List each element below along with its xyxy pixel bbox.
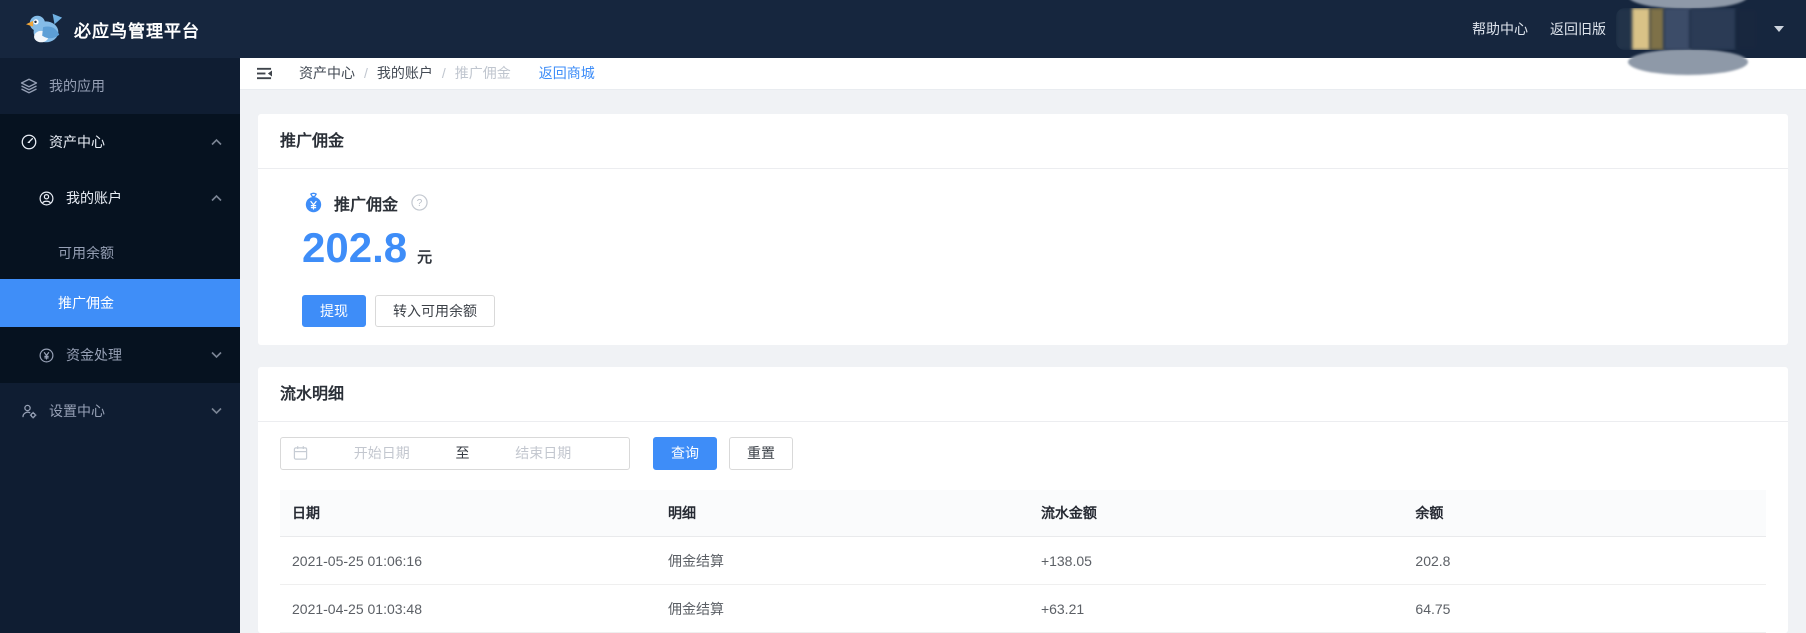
details-card-title: 流水明细 bbox=[258, 367, 1788, 422]
details-card: 流水明细 开始日期 至 结束日期 查询 重置 日期 明细 流水金额 余额 202… bbox=[258, 366, 1788, 633]
table-row: 2021-05-25 01:06:16 佣金结算 +138.05 202.8 bbox=[280, 536, 1766, 585]
brand: 必应鸟管理平台 bbox=[26, 12, 200, 46]
filter-row: 开始日期 至 结束日期 查询 重置 bbox=[280, 436, 1766, 470]
chevron-down-icon bbox=[211, 351, 222, 359]
calendar-icon bbox=[293, 446, 308, 460]
commission-card-title: 推广佣金 bbox=[258, 114, 1788, 169]
page-body: 推广佣金 推广佣金 ? 202.8 元 提现 转入可用余额 流水明细 开始日期 … bbox=[240, 90, 1806, 633]
withdraw-button[interactable]: 提现 bbox=[302, 294, 366, 327]
cell-detail: 佣金结算 bbox=[655, 536, 1029, 585]
content-area: 资产中心 / 我的账户 / 推广佣金 返回商城 推广佣金 推广佣金 ? 202.… bbox=[240, 58, 1806, 633]
cell-balance: 64.75 bbox=[1403, 584, 1766, 633]
user-circle-icon bbox=[39, 191, 54, 205]
transactions-table: 日期 明细 流水金额 余额 2021-05-25 01:06:16 佣金结算 +… bbox=[280, 489, 1766, 633]
breadcrumb-asset-center[interactable]: 资产中心 bbox=[299, 63, 355, 83]
sidebar-item-asset-center[interactable]: 资产中心 bbox=[0, 114, 240, 170]
cell-date: 2021-05-25 01:06:16 bbox=[280, 536, 656, 585]
topbar-right: 帮助中心 返回旧版 bbox=[1450, 0, 1784, 75]
breadcrumb-separator: / bbox=[364, 65, 368, 82]
layers-icon bbox=[20, 78, 38, 94]
col-header-balance: 余额 bbox=[1403, 489, 1766, 537]
transfer-to-balance-button[interactable]: 转入可用余额 bbox=[375, 294, 495, 327]
sidebar-item-label: 我的应用 bbox=[49, 78, 105, 94]
commission-amount-row: 202.8 元 bbox=[302, 223, 1744, 271]
menu-fold-icon[interactable] bbox=[256, 66, 273, 81]
sidebar-item-label: 资金处理 bbox=[66, 347, 122, 363]
commission-stat-label: 推广佣金 bbox=[334, 196, 399, 214]
breadcrumb-my-account[interactable]: 我的账户 bbox=[377, 63, 433, 83]
date-range-picker[interactable]: 开始日期 至 结束日期 bbox=[280, 436, 630, 470]
sidebar-item-my-apps[interactable]: 我的应用 bbox=[0, 58, 240, 114]
blur-arc bbox=[1628, 49, 1748, 75]
query-button[interactable]: 查询 bbox=[653, 436, 717, 470]
sidebar-item-available-balance[interactable]: 可用余额 bbox=[0, 226, 240, 279]
start-date-placeholder[interactable]: 开始日期 bbox=[308, 443, 456, 463]
commission-amount: 202.8 bbox=[302, 223, 408, 271]
sidebar-item-label: 资产中心 bbox=[49, 134, 105, 150]
user-avatar-name-mosaic[interactable] bbox=[1616, 8, 1758, 50]
sidebar-group-asset-center: 资产中心 我的账户 可用余额 推广佣金 资金处理 bbox=[0, 114, 240, 383]
sidebar-item-promotion-commission[interactable]: 推广佣金 bbox=[0, 279, 240, 327]
sidebar-item-fund-processing[interactable]: 资金处理 bbox=[0, 327, 240, 383]
table-row: 2021-04-25 01:03:48 佣金结算 +63.21 64.75 bbox=[280, 584, 1766, 633]
svg-text:?: ? bbox=[417, 198, 423, 209]
sidebar-item-my-account[interactable]: 我的账户 bbox=[0, 170, 240, 226]
cell-amount: +138.05 bbox=[1028, 536, 1404, 585]
commission-stat-row: 推广佣金 ? bbox=[302, 191, 1744, 215]
sidebar-item-label: 可用余额 bbox=[58, 244, 114, 261]
end-date-placeholder[interactable]: 结束日期 bbox=[470, 443, 618, 463]
app-title: 必应鸟管理平台 bbox=[74, 21, 200, 41]
help-center-link[interactable]: 帮助中心 bbox=[1472, 19, 1528, 39]
user-gear-icon bbox=[22, 404, 37, 419]
col-header-amount: 流水金额 bbox=[1028, 489, 1404, 537]
chevron-up-icon bbox=[211, 138, 222, 146]
user-account-blurred[interactable] bbox=[1616, 0, 1766, 75]
sidebar-item-settings-center[interactable]: 设置中心 bbox=[0, 383, 240, 439]
breadcrumb: 资产中心 / 我的账户 / 推广佣金 返回商城 bbox=[240, 58, 1806, 90]
date-range-separator: 至 bbox=[455, 445, 470, 461]
sidebar-item-label: 推广佣金 bbox=[58, 295, 114, 311]
commission-unit: 元 bbox=[417, 248, 433, 266]
bird-logo-icon bbox=[26, 13, 63, 43]
col-header-date: 日期 bbox=[280, 489, 656, 537]
cell-amount: +63.21 bbox=[1028, 584, 1404, 633]
commission-buttons: 提现 转入可用余额 bbox=[302, 294, 1744, 327]
dashboard-icon bbox=[21, 134, 37, 150]
breadcrumb-separator: / bbox=[441, 65, 446, 82]
commission-card-body: 推广佣金 ? 202.8 元 提现 转入可用余额 bbox=[258, 169, 1788, 345]
reset-button[interactable]: 重置 bbox=[729, 436, 793, 470]
yen-circle-icon bbox=[39, 348, 54, 362]
main-layout: 我的应用 资产中心 我的账户 可用余额 推广佣金 资金处理 设置中心 资产中心 … bbox=[0, 58, 1806, 633]
breadcrumb-current: 推广佣金 bbox=[454, 65, 511, 82]
user-menu-caret-icon[interactable] bbox=[1774, 26, 1784, 32]
top-header: 必应鸟管理平台 帮助中心 返回旧版 bbox=[0, 0, 1806, 75]
cell-date: 2021-04-25 01:03:48 bbox=[280, 584, 656, 633]
details-card-body: 开始日期 至 结束日期 查询 重置 日期 明细 流水金额 余额 2021-05-… bbox=[258, 422, 1788, 633]
app-root: 必应鸟管理平台 帮助中心 返回旧版 我的应用 资产中心 我的账户 可用余额 推广… bbox=[0, 0, 1806, 633]
table-header-row: 日期 明细 流水金额 余额 bbox=[280, 489, 1766, 537]
chevron-down-icon bbox=[211, 407, 222, 415]
cell-balance: 202.8 bbox=[1403, 536, 1766, 585]
question-circle-icon[interactable]: ? bbox=[411, 194, 428, 211]
col-header-detail: 明细 bbox=[655, 489, 1029, 537]
sidebar-item-label: 设置中心 bbox=[49, 403, 105, 419]
sidebar: 我的应用 资产中心 我的账户 可用余额 推广佣金 资金处理 设置中心 bbox=[0, 58, 240, 633]
back-to-mall-link[interactable]: 返回商城 bbox=[539, 63, 595, 83]
sidebar-item-label: 我的账户 bbox=[66, 190, 122, 206]
commission-card: 推广佣金 推广佣金 ? 202.8 元 提现 转入可用余额 bbox=[258, 113, 1788, 345]
back-old-version-link[interactable]: 返回旧版 bbox=[1550, 19, 1606, 39]
cell-detail: 佣金结算 bbox=[655, 584, 1029, 633]
chevron-up-icon bbox=[211, 194, 222, 202]
purse-icon bbox=[305, 192, 322, 213]
